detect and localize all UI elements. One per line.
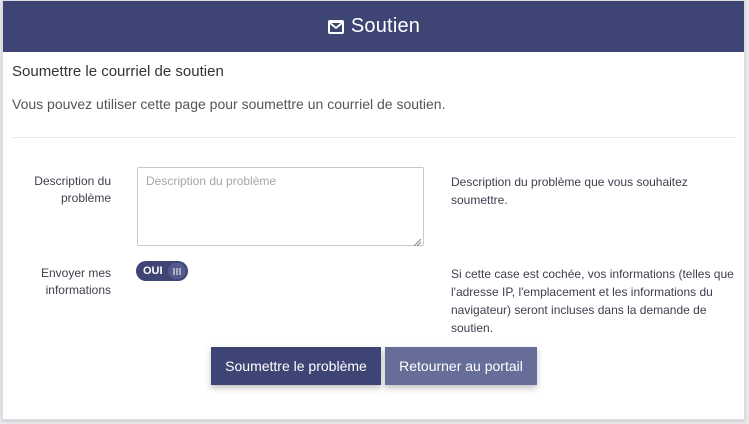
resize-grip-icon[interactable] — [412, 234, 422, 247]
description-label: Description du problème — [34, 174, 111, 205]
send-info-toggle[interactable]: OUI — [136, 261, 188, 281]
envelope-icon — [327, 18, 345, 36]
toggle-knob-icon — [168, 263, 186, 279]
support-panel: Soutien Soumettre le courriel de soutien… — [2, 0, 745, 420]
header-title: Soutien — [350, 15, 421, 37]
send-info-label: Envoyer mes informations — [40, 266, 111, 297]
divider — [12, 137, 735, 138]
submit-problem-button[interactable]: Soumettre le problème — [211, 347, 381, 385]
description-textarea[interactable] — [137, 167, 424, 246]
page-intro: Vous pouvez utiliser cette page pour sou… — [12, 96, 446, 112]
send-info-help: Si cette case est cochée, vos informatio… — [451, 267, 734, 335]
panel-header: Soutien — [3, 1, 744, 52]
return-to-portal-button[interactable]: Retourner au portail — [385, 347, 537, 385]
page-title: Soumettre le courriel de soutien — [12, 63, 224, 80]
description-help: Description du problème que vous souhait… — [451, 175, 688, 207]
toggle-label: OUI — [143, 265, 163, 277]
